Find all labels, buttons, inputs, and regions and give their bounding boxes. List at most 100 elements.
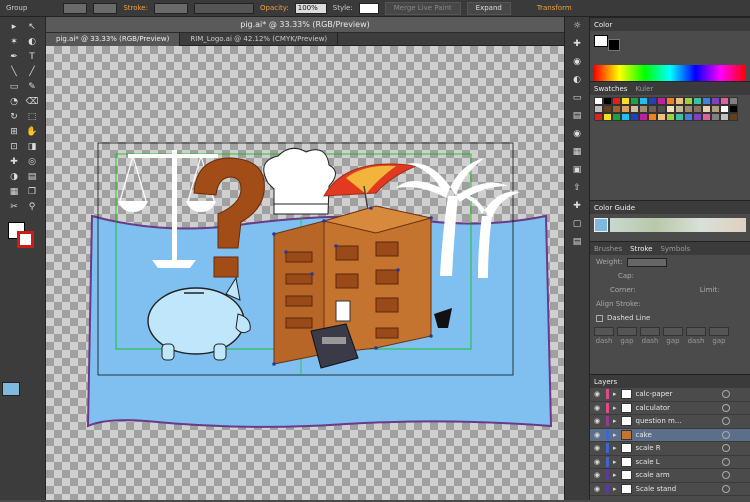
swatch-chip[interactable]	[621, 105, 630, 113]
layer-name[interactable]: scale L	[636, 458, 718, 466]
dock-3-icon[interactable]: ◐	[565, 71, 589, 89]
swatch-chip[interactable]	[729, 97, 738, 105]
tool-24-icon[interactable]: ✂	[6, 200, 22, 213]
layer-row[interactable]: ◉ ▸ scale L	[590, 456, 750, 469]
layer-name[interactable]: Scale stand	[636, 485, 718, 493]
swatch-chip[interactable]	[693, 97, 702, 105]
swatch-chip[interactable]	[612, 113, 621, 121]
swatch-chip[interactable]	[711, 113, 720, 121]
swatch-chip[interactable]	[666, 113, 675, 121]
target-circle-icon[interactable]	[722, 457, 730, 466]
swatch-chip[interactable]	[603, 97, 612, 105]
visibility-eye-icon[interactable]: ◉	[594, 458, 602, 466]
swatch-chip[interactable]	[693, 113, 702, 121]
dash-field-4[interactable]	[686, 327, 706, 336]
swatch-chip[interactable]	[639, 113, 648, 121]
swatch-chip[interactable]	[720, 105, 729, 113]
expand-arrow-icon[interactable]: ▸	[613, 444, 617, 452]
dock-2-icon[interactable]: ◉	[565, 53, 589, 71]
expand-button[interactable]: Expand	[466, 1, 511, 15]
weight-field[interactable]	[626, 257, 667, 267]
layer-row[interactable]: ◉ ▸ calculator	[590, 402, 750, 415]
dock-1-icon[interactable]: ✚	[565, 35, 589, 53]
swatch-chip[interactable]	[603, 105, 612, 113]
target-circle-icon[interactable]	[722, 403, 730, 412]
expand-arrow-icon[interactable]: ▸	[613, 417, 617, 425]
swatches-tab[interactable]: Swatches	[594, 85, 627, 93]
tool-20-icon[interactable]: ◑	[6, 170, 22, 183]
tool-13-icon[interactable]: ⬚	[24, 110, 40, 123]
tool-7-icon[interactable]: ╱	[24, 65, 40, 78]
dock-10-icon[interactable]: ✚	[565, 197, 589, 215]
visibility-eye-icon[interactable]: ◉	[594, 471, 602, 479]
tool-18-icon[interactable]: ✚	[6, 155, 22, 168]
tool-14-icon[interactable]: ⊞	[6, 125, 22, 138]
dock-4-icon[interactable]: ▭	[565, 89, 589, 107]
swatch-chip[interactable]	[612, 105, 621, 113]
swatch-chip[interactable]	[630, 105, 639, 113]
swatch-chip[interactable]	[675, 97, 684, 105]
layer-name[interactable]: calculator	[636, 404, 718, 412]
swatch-chip[interactable]	[666, 97, 675, 105]
tool-22-icon[interactable]: ▦	[6, 185, 22, 198]
layer-row[interactable]: ◉ ▸ cake	[590, 428, 750, 442]
swatch-chip[interactable]	[675, 105, 684, 113]
fill-swatch[interactable]	[63, 2, 88, 14]
layer-name[interactable]: scale arm	[636, 471, 718, 479]
target-circle-icon[interactable]	[722, 484, 730, 493]
swatch-chip[interactable]	[639, 97, 648, 105]
expand-arrow-icon[interactable]: ▸	[613, 404, 617, 412]
expand-arrow-icon[interactable]: ▸	[613, 458, 617, 466]
visibility-eye-icon[interactable]: ◉	[594, 404, 602, 412]
swatch-chip[interactable]	[729, 113, 738, 121]
swatch-chip[interactable]	[729, 105, 738, 113]
dock-5-icon[interactable]: ▤	[565, 107, 589, 125]
expand-arrow-icon[interactable]: ▸	[613, 431, 617, 439]
swatch-chip[interactable]	[657, 97, 666, 105]
layer-name[interactable]: question m...	[636, 417, 718, 425]
swatch-chip[interactable]	[621, 97, 630, 105]
dock-6-icon[interactable]: ◉	[565, 125, 589, 143]
target-circle-icon[interactable]	[722, 417, 730, 426]
style-swatch[interactable]	[358, 2, 379, 14]
tool-17-icon[interactable]: ◨	[24, 140, 40, 153]
swatch-chip[interactable]	[720, 113, 729, 121]
opacity-field[interactable]: 100%	[294, 2, 327, 14]
swatch-chip[interactable]	[603, 113, 612, 121]
swatch-chip[interactable]	[612, 97, 621, 105]
layer-row[interactable]: ◉ ▸ Scale stand	[590, 483, 750, 496]
tool-8-icon[interactable]: ▭	[6, 80, 22, 93]
dash-field-5[interactable]	[709, 327, 729, 336]
cake[interactable]	[273, 205, 432, 365]
swatch-chip[interactable]	[639, 105, 648, 113]
tool-21-icon[interactable]: ▤	[24, 170, 40, 183]
swatch-chip[interactable]	[711, 97, 720, 105]
stroke-tab-stroke[interactable]: Stroke	[630, 245, 652, 253]
swatch-chip[interactable]	[594, 105, 603, 113]
swatch-chip[interactable]	[702, 113, 711, 121]
artwork[interactable]	[46, 46, 564, 500]
tab-pig[interactable]: pig.ai* @ 33.33% (RGB/Preview)	[46, 33, 181, 46]
swatch-chip[interactable]	[684, 113, 693, 121]
tool-16-icon[interactable]: ⊡	[6, 140, 22, 153]
stroke-swatch[interactable]	[93, 2, 118, 14]
expand-arrow-icon[interactable]: ▸	[613, 390, 617, 398]
swatch-chip[interactable]	[648, 105, 657, 113]
target-circle-icon[interactable]	[722, 444, 730, 453]
swatch-chip[interactable]	[630, 97, 639, 105]
swatch-chip[interactable]	[630, 113, 639, 121]
dash-field-2[interactable]	[640, 327, 660, 336]
dashed-line-label[interactable]: Dashed Line	[607, 314, 650, 322]
merge-live-paint-button[interactable]: Merge Live Paint	[384, 1, 461, 15]
variable-width-field[interactable]	[193, 2, 254, 14]
swatch-chip[interactable]	[657, 105, 666, 113]
dock-9-icon[interactable]: ⇧	[565, 179, 589, 197]
dock-0-icon[interactable]: ☼	[565, 17, 589, 35]
swatch-grid[interactable]	[590, 95, 750, 123]
visibility-eye-icon[interactable]: ◉	[594, 431, 602, 439]
transform-link[interactable]: Transform	[537, 4, 572, 12]
tool-0-icon[interactable]: ▸	[6, 20, 22, 33]
fill-stroke-indicator[interactable]	[8, 222, 34, 248]
tool-23-icon[interactable]: ❐	[24, 185, 40, 198]
kuler-tab[interactable]: Kuler	[635, 85, 653, 93]
